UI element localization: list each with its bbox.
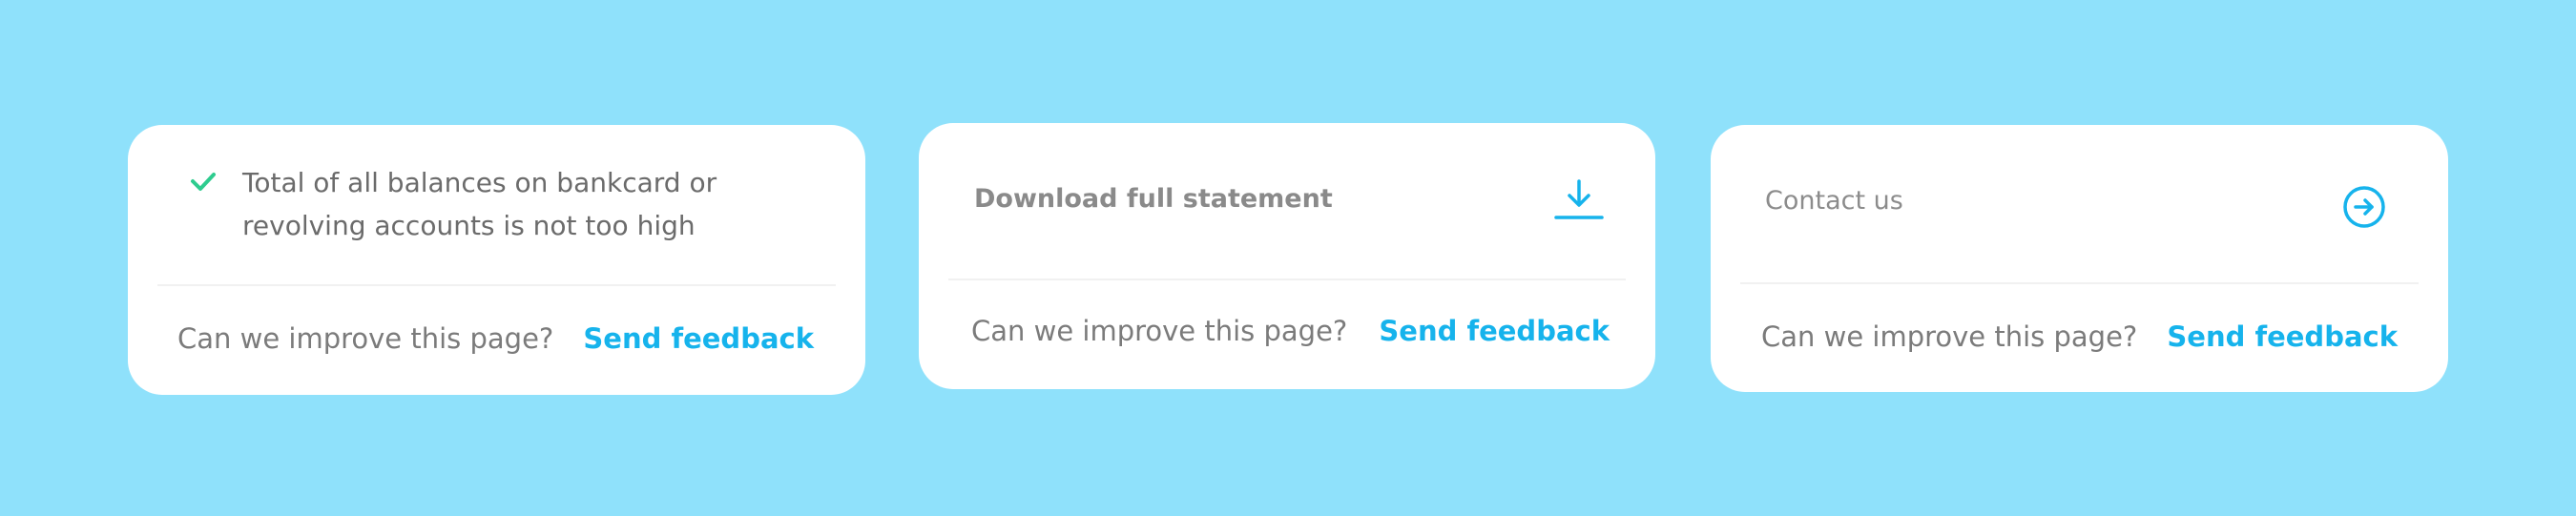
download-statement-card: Download full statement Can we improve t… — [919, 123, 1655, 389]
send-feedback-link[interactable]: Send feedback — [583, 320, 814, 358]
contact-us-row[interactable]: Contact us — [1711, 125, 2448, 281]
divider — [1740, 282, 2419, 284]
credit-factor-text: Total of all balances on bankcard or rev… — [242, 161, 777, 247]
contact-us-card: Contact us Can we improve this page? Sen… — [1711, 125, 2448, 392]
feedback-question: Can we improve this page? — [971, 315, 1348, 347]
credit-factor-card: Total of all balances on bankcard or rev… — [128, 125, 865, 395]
download-icon[interactable] — [1550, 173, 1608, 230]
feedback-question: Can we improve this page? — [1761, 320, 2138, 353]
download-statement-row[interactable]: Download full statement — [919, 123, 1655, 279]
send-feedback-link[interactable]: Send feedback — [2167, 318, 2398, 356]
checkmark-icon — [191, 173, 216, 191]
download-statement-label: Download full statement — [974, 184, 1333, 214]
divider — [948, 279, 1626, 280]
feedback-question: Can we improve this page? — [177, 322, 554, 355]
contact-us-label: Contact us — [1765, 186, 1903, 216]
credit-factor-line-2: revolving accounts is not too high — [242, 210, 696, 241]
arrow-right-circle-icon[interactable] — [2336, 178, 2393, 236]
credit-factor-line-1: Total of all balances on bankcard or — [242, 167, 717, 198]
send-feedback-link[interactable]: Send feedback — [1379, 312, 1610, 350]
credit-factor-row: Total of all balances on bankcard or rev… — [128, 125, 865, 281]
divider — [157, 284, 836, 286]
